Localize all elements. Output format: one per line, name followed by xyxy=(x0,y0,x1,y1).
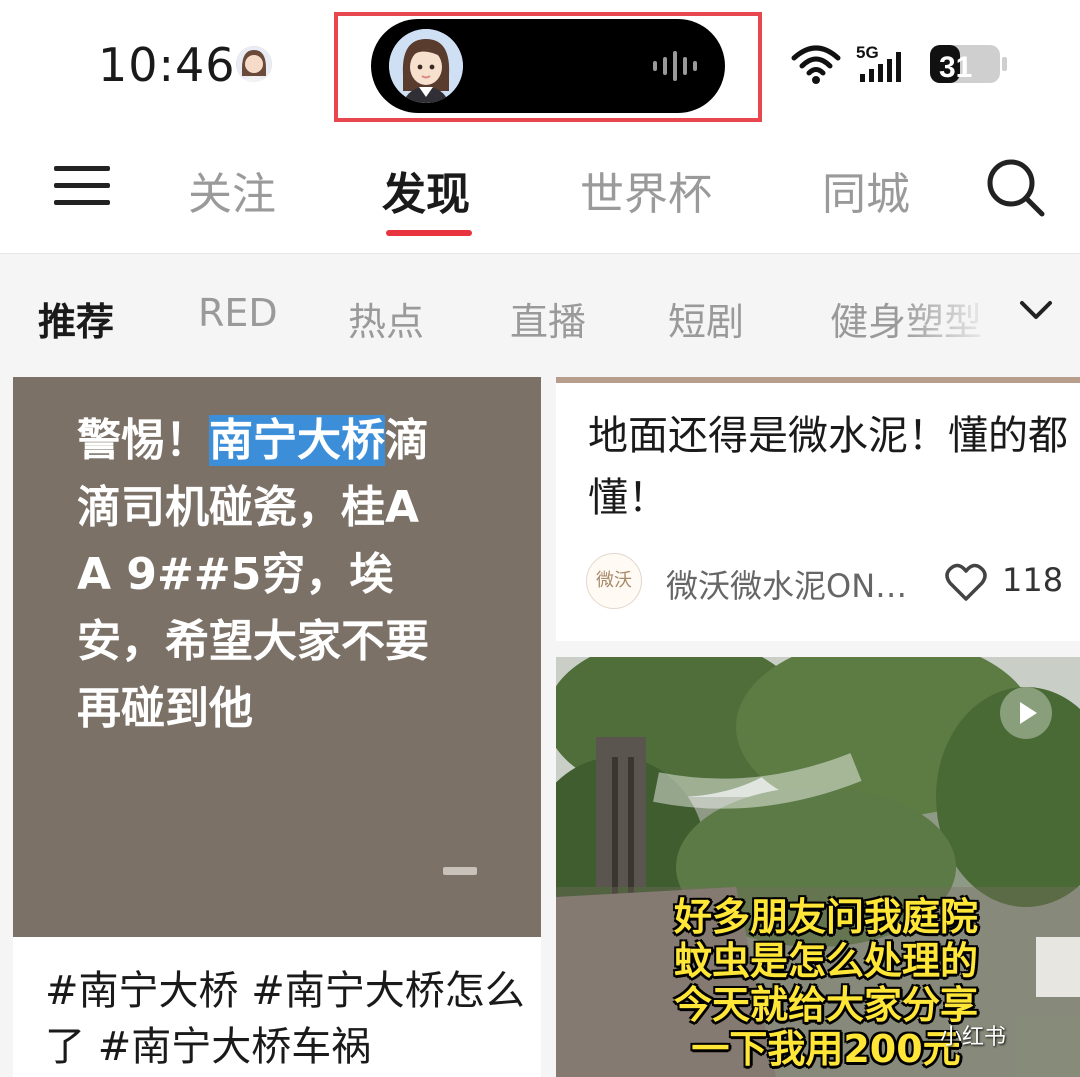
note-cover: 警惕！南宁大桥滴滴司机碰瓷，桂AA 9##5穷，埃安，希望大家不要再碰到他 xyxy=(13,377,541,937)
channel-hot[interactable]: 热点 xyxy=(348,291,424,346)
play-icon[interactable] xyxy=(1000,687,1052,739)
channel-red[interactable]: RED xyxy=(198,291,278,335)
svg-text:5G: 5G xyxy=(856,43,879,62)
card-cover-edge xyxy=(556,377,1080,383)
author-name[interactable]: 微沃微水泥ON… xyxy=(666,561,907,607)
tab-world-cup[interactable]: 世界杯 xyxy=(580,158,712,222)
channel-fade xyxy=(900,255,1020,363)
status-time: 10:46 xyxy=(98,38,236,92)
tab-discover[interactable]: 发现 xyxy=(382,158,470,222)
status-bar: 10:46 5G 31 xyxy=(0,0,1080,128)
note-title: #南宁大桥 #南宁大桥怎么了 #南宁大桥车祸 xyxy=(45,968,525,1070)
wifi-icon xyxy=(791,45,841,84)
heart-icon[interactable] xyxy=(944,561,988,603)
feed-card-right-2[interactable]: 好多朋友问我庭院 蚊虫是怎么处理的 今天就给大家分享 一下我用200元 小红书 xyxy=(556,657,1080,1077)
highlighted-text: 南宁大桥 xyxy=(209,415,385,466)
like-count: 118 xyxy=(1002,561,1064,599)
author-avatar[interactable]: 微沃 xyxy=(586,553,642,609)
voice-avatar-icon xyxy=(389,29,463,103)
top-navigation: 关注 发现 世界杯 同城 xyxy=(0,128,1080,254)
cover-text: 警惕！南宁大桥滴滴司机碰瓷，桂AA 9##5穷，埃安，希望大家不要再碰到他 xyxy=(77,415,429,734)
channel-recommend[interactable]: 推荐 xyxy=(38,291,114,346)
cover-dash-mark xyxy=(443,867,477,875)
menu-icon[interactable] xyxy=(54,164,110,208)
search-icon[interactable] xyxy=(984,156,1046,218)
feed-card-left[interactable]: 警惕！南宁大桥滴滴司机碰瓷，桂AA 9##5穷，埃安，希望大家不要再碰到他 #南… xyxy=(13,377,541,1077)
dynamic-island[interactable] xyxy=(371,19,725,113)
tab-local[interactable]: 同城 xyxy=(822,158,910,222)
watermark-logo: 小红书 xyxy=(940,1025,1007,1050)
channel-short-drama[interactable]: 短剧 xyxy=(668,291,744,346)
active-tab-indicator xyxy=(386,230,472,236)
channel-bar: 推荐 RED 热点 直播 短剧 健身塑型 xyxy=(0,255,1080,363)
svg-text:31: 31 xyxy=(939,51,972,84)
avatar-small-icon xyxy=(236,46,272,82)
channel-live[interactable]: 直播 xyxy=(510,291,586,346)
chevron-down-icon[interactable] xyxy=(1016,289,1056,329)
status-icons: 5G 31 xyxy=(790,40,1010,90)
voice-waveform-icon xyxy=(653,51,697,81)
battery-icon: 31 xyxy=(930,45,1007,84)
note-title: 地面还得是微水泥！懂的都懂！ xyxy=(588,413,1068,521)
feed-card-right-1[interactable]: 地面还得是微水泥！懂的都懂！ 微沃 微沃微水泥ON… 118 xyxy=(556,377,1080,641)
tab-follow[interactable]: 关注 xyxy=(188,158,276,222)
signal-icon: 5G xyxy=(856,43,901,82)
